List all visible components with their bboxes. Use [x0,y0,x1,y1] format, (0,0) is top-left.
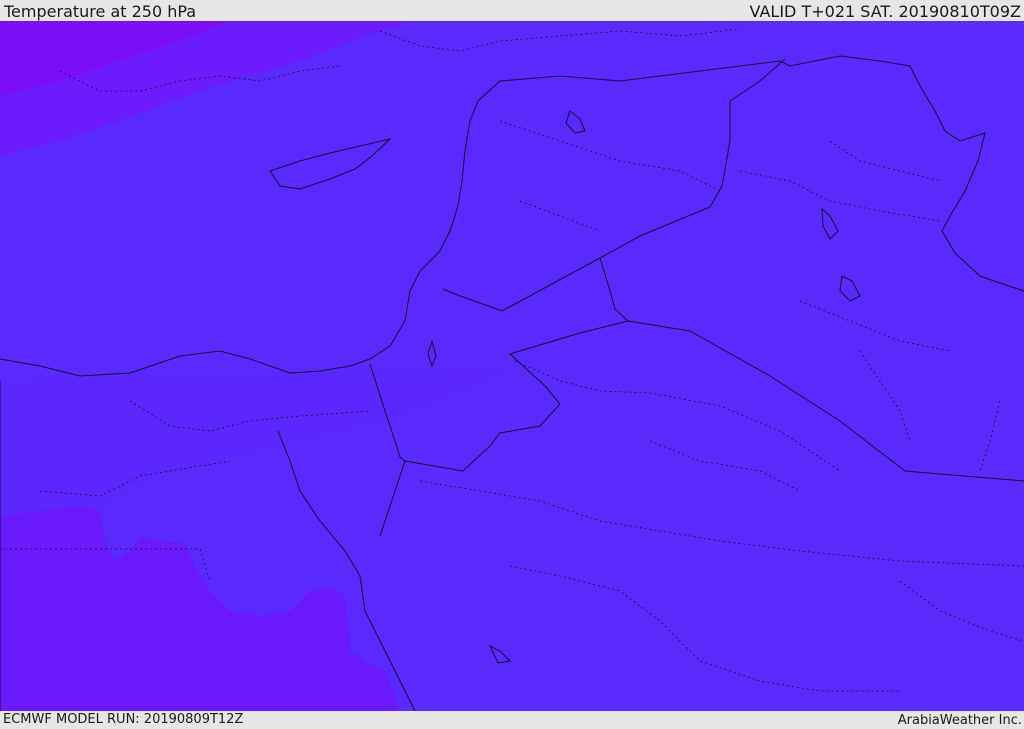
weather-map[interactable] [0,21,1024,711]
credit-label: ArabiaWeather Inc. [897,713,1022,728]
model-run-label: ECMWF MODEL RUN: 20190809T12Z [3,712,244,727]
valid-time: VALID T+021 SAT. 20190810T09Z [749,2,1021,21]
footer-bar: ECMWF MODEL RUN: 20190809T12Z ArabiaWeat… [0,711,1024,729]
header-bar: Temperature at 250 hPa VALID T+021 SAT. … [0,0,1024,21]
map-title: Temperature at 250 hPa [4,2,197,21]
